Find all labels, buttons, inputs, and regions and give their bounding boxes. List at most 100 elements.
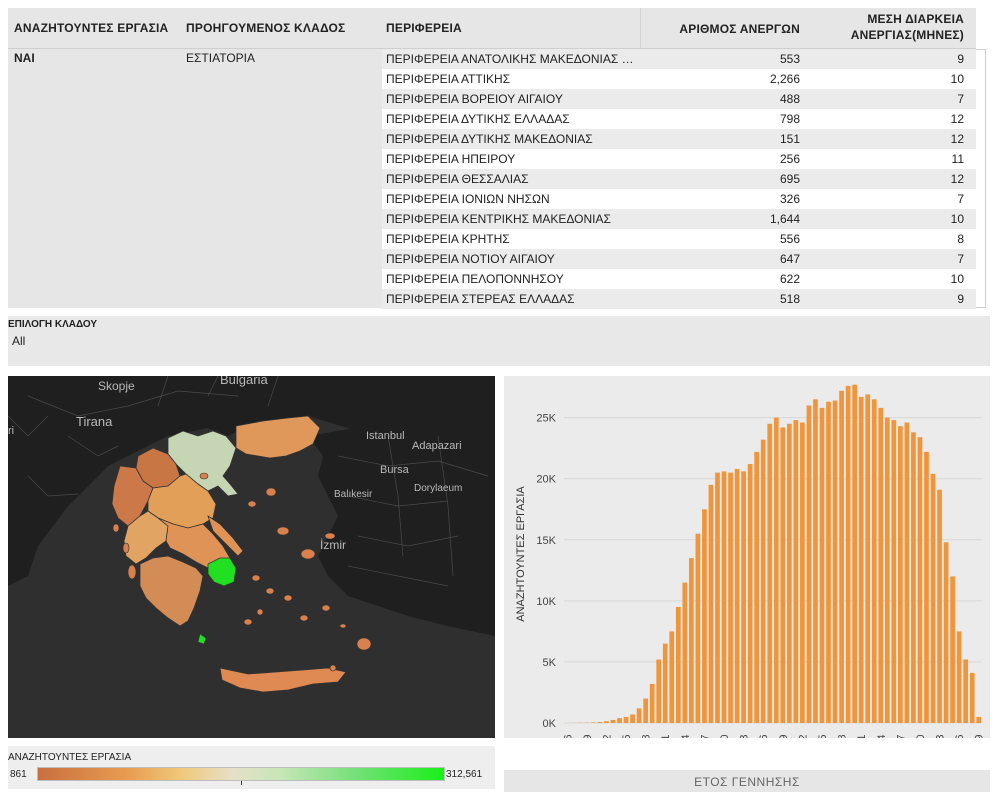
header-sector[interactable]: ΠΡΟΗΓΟΥΜΕΝΟΣ ΚΛΑΔΟΣ (186, 21, 345, 35)
table-row[interactable]: ΠΕΡΙΦΕΡΕΙΑ ΘΕΣΣΑΛΙΑΣ 695 12 (382, 169, 976, 189)
header-looking[interactable]: ΑΝΑΖΗΤΟΥΝΤΕΣ ΕΡΓΑΣΙΑ (14, 21, 168, 35)
bar[interactable] (760, 439, 766, 723)
bar[interactable] (773, 417, 779, 723)
cell-duration: 12 (950, 132, 964, 146)
table-row[interactable]: ΠΕΡΙΦΕΡΕΙΑ ΙΟΝΙΩΝ ΝΗΣΩΝ 326 7 (382, 189, 976, 209)
table-row[interactable]: ΠΕΡΙΦΕΡΕΙΑ ΠΕΛΟΠΟΝΝΗΣΟΥ 622 10 (382, 269, 976, 289)
bar[interactable] (636, 708, 642, 723)
bar[interactable] (649, 683, 655, 723)
table-row[interactable]: ΠΕΡΙΦΕΡΕΙΑ ΔΥΤΙΚΗΣ ΕΛΛΑΔΑΣ 798 12 (382, 109, 976, 129)
header-duration-line2[interactable]: ΑΝΕΡΓΙΑΣ(ΜΗΝΕΣ) (806, 28, 964, 42)
bar[interactable] (943, 542, 949, 723)
bar[interactable] (963, 659, 969, 723)
bar[interactable] (884, 417, 890, 723)
turkey-land (308, 421, 495, 636)
table-row[interactable]: ΠΕΡΙΦΕΡΕΙΑ ΝΟΤΙΟΥ ΑΙΓΑΙΟΥ 647 7 (382, 249, 976, 269)
bar[interactable] (780, 427, 786, 723)
bar[interactable] (623, 716, 629, 723)
bar[interactable] (610, 719, 616, 723)
bar[interactable] (917, 437, 923, 723)
x-tick-label: 1939 (582, 735, 594, 738)
table-row[interactable]: ΠΕΡΙΦΕΡΕΙΑ ΒΟΡΕΙΟΥ ΑΙΓΑΙΟΥ 488 7 (382, 89, 976, 109)
bar[interactable] (617, 718, 622, 723)
x-tick-label: 1945 (621, 735, 633, 738)
bar[interactable] (786, 423, 792, 723)
table-row[interactable]: ΠΕΡΙΦΕΡΕΙΑ ΑΤΤΙΚΗΣ 2,266 10 (382, 69, 976, 89)
bar[interactable] (845, 385, 851, 723)
bar[interactable] (911, 432, 916, 723)
bar[interactable] (976, 716, 982, 723)
filter-value[interactable]: All (12, 334, 25, 348)
bar[interactable] (969, 672, 975, 723)
bar[interactable] (898, 426, 903, 723)
bar[interactable] (930, 473, 936, 723)
header-duration-line1[interactable]: ΜΕΣΗ ΔΙΑΡΚΕΙΑ (806, 12, 964, 26)
bar[interactable] (839, 390, 844, 723)
bar[interactable] (721, 471, 727, 723)
bar[interactable] (708, 484, 714, 723)
bar[interactable] (924, 451, 929, 723)
bar[interactable] (865, 394, 871, 723)
bar[interactable] (937, 489, 942, 723)
bar[interactable] (604, 721, 609, 723)
table-row[interactable]: ΠΕΡΙΦΕΡΕΙΑ ΚΕΝΤΡΙΚΗΣ ΜΑΚΕΔΟΝΙΑΣ 1,644 10 (382, 209, 976, 229)
table-row[interactable]: ΠΕΡΙΦΕΡΕΙΑ ΔΥΤΙΚΗΣ ΜΑΚΕΔΟΝΙΑΣ 151 12 (382, 129, 976, 149)
bar[interactable] (689, 558, 694, 723)
bar[interactable] (904, 422, 910, 723)
cell-region: ΠΕΡΙΦΕΡΕΙΑ ΠΕΛΟΠΟΝΝΗΣΟΥ (386, 272, 564, 286)
bar[interactable] (734, 468, 740, 723)
header-region[interactable]: ΠΕΡΙΦΕΡΕΙΑ (386, 21, 462, 35)
birth-year-chart[interactable]: 0K 5K 10K 15K 20K 25K 1936 1939 1942 1945 1948 195… (504, 376, 990, 738)
bar[interactable] (767, 423, 773, 723)
bar[interactable] (747, 464, 753, 723)
cell-region: ΠΕΡΙΦΕΡΕΙΑ ΔΥΤΙΚΗΣ ΜΑΚΕΔΟΝΙΑΣ (386, 132, 593, 146)
cell-duration: 9 (957, 52, 964, 66)
bar[interactable] (878, 407, 884, 723)
bar[interactable] (630, 714, 635, 723)
bar[interactable] (871, 399, 877, 723)
map-label-skopje: Skopje (98, 379, 135, 393)
bar[interactable] (793, 420, 799, 723)
sector-value[interactable]: ΕΣΤΙΑΤΟΡΙΑ (186, 51, 255, 65)
bar[interactable] (741, 471, 746, 723)
bar[interactable] (702, 509, 707, 723)
bar[interactable] (891, 420, 897, 723)
bar[interactable] (662, 643, 668, 723)
bar[interactable] (826, 401, 831, 723)
cell-unemployed: 647 (779, 252, 800, 266)
bar[interactable] (669, 631, 675, 723)
bar[interactable] (643, 698, 648, 723)
table-row[interactable]: ΠΕΡΙΦΕΡΕΙΑ ΑΝΑΤΟΛΙΚΗΣ ΜΑΚΕΔΟΝΙΑΣ ΘΡ.. 553… (382, 49, 976, 69)
bar[interactable] (852, 384, 857, 723)
bar[interactable] (819, 407, 825, 723)
bar[interactable] (956, 631, 962, 723)
cell-duration: 9 (957, 292, 964, 306)
header-unemployed[interactable]: ΑΡΙΘΜΟΣ ΑΝΕΡΓΩΝ (642, 22, 800, 36)
bar[interactable] (695, 533, 701, 723)
bar[interactable] (800, 422, 805, 723)
looking-value[interactable]: ΝΑΙ (14, 51, 35, 65)
bar[interactable] (597, 722, 603, 723)
bar[interactable] (715, 472, 720, 723)
bar[interactable] (754, 451, 760, 723)
table-row[interactable]: ΠΕΡΙΦΕΡΕΙΑ ΗΠΕΙΡΟΥ 256 11 (382, 149, 976, 169)
bar[interactable] (832, 400, 838, 723)
table-row[interactable]: ΠΕΡΙΦΕΡΕΙΑ ΣΤΕΡΕΑΣ ΕΛΛΑΔΑΣ 518 9 (382, 289, 976, 309)
chart-x-ticks: 1936 1939 1942 1945 1948 1951 1954 1957 1960 1963… (562, 735, 985, 738)
legend-gradient-bar[interactable] (37, 767, 445, 781)
bar[interactable] (682, 582, 688, 723)
bar[interactable] (591, 722, 596, 723)
bar[interactable] (728, 472, 733, 723)
bar[interactable] (858, 396, 864, 723)
cell-region: ΠΕΡΙΦΕΡΕΙΑ ΚΕΝΤΡΙΚΗΣ ΜΑΚΕΔΟΝΙΑΣ (386, 212, 611, 226)
greece-map[interactable]: Bulgaria Skopje Tirana ri Istanbul Adapa… (8, 376, 495, 738)
cell-duration: 7 (957, 92, 964, 106)
bar[interactable] (806, 405, 812, 723)
cell-region: ΠΕΡΙΦΕΡΕΙΑ ΒΟΡΕΙΟΥ ΑΙΓΑΙΟΥ (386, 92, 563, 106)
bar[interactable] (675, 606, 681, 723)
bar[interactable] (656, 659, 662, 723)
bar[interactable] (950, 576, 955, 723)
bar[interactable] (813, 399, 818, 723)
sector-filter[interactable]: ΕΠΙΛΟΓΗ ΚΛΑΔΟΥ All (8, 316, 990, 366)
table-row[interactable]: ΠΕΡΙΦΕΡΕΙΑ ΚΡΗΤΗΣ 556 8 (382, 229, 976, 249)
